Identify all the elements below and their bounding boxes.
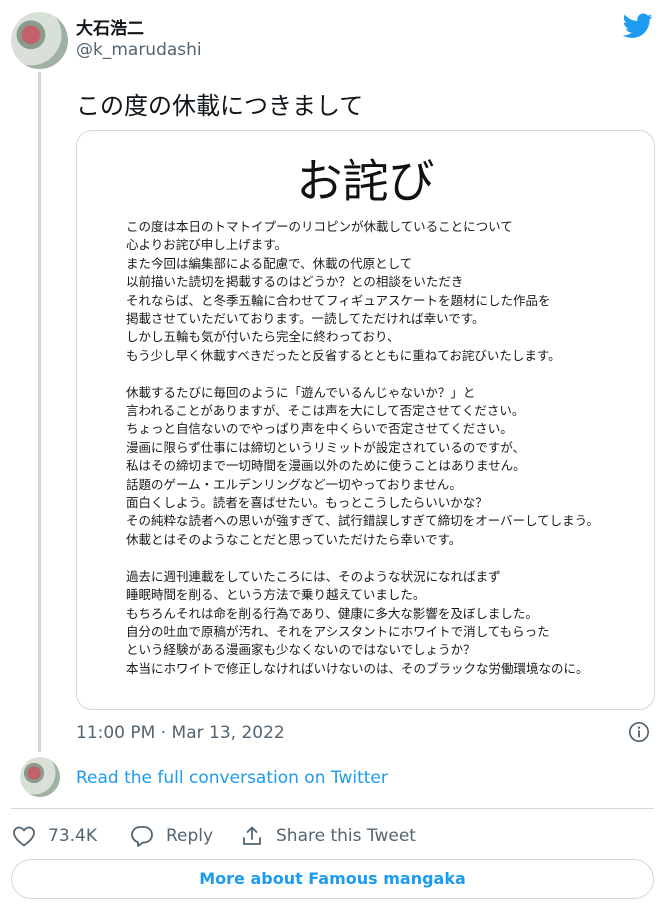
author-display-name[interactable]: 大石浩二 <box>76 14 144 39</box>
apology-line: その純粋な読者への思いが強すぎて、試行錯誤しすぎて締切をオーバーしてしまう。 <box>126 513 599 529</box>
apology-paragraph: この度は本日のトマトイプーのリコピンが休載していることについて 心よりお詫び申し… <box>126 218 646 365</box>
conversation-avatar[interactable] <box>20 757 60 797</box>
tweet-image[interactable]: お詫び この度は本日のトマトイプーのリコピンが休載していることについて 心よりお… <box>76 130 655 710</box>
heart-icon <box>13 826 35 847</box>
apology-line: しかし五輪も気が付いたら完全に終わっており、 <box>126 329 400 345</box>
share-button[interactable]: Share this Tweet <box>240 823 416 849</box>
apology-title: お詫び <box>296 154 435 208</box>
info-icon[interactable] <box>628 721 650 743</box>
author-avatar[interactable] <box>11 12 68 69</box>
apology-line: 漫画に限らず仕事には締切というリミットが設定されているのですが、 <box>126 439 526 455</box>
reply-button[interactable]: Reply <box>130 823 213 849</box>
apology-line: 面白くしよう。読者を喜ばせたい。もっとこうしたらいいかな？ <box>126 495 488 511</box>
author-handle[interactable]: @k_marudashi <box>76 40 202 60</box>
apology-line: また今回は編集部による配慮で、休載の代原として <box>126 255 413 271</box>
like-count: 73.4K <box>48 826 97 846</box>
apology-line: 私はその締切まで一切時間を漫画以外のために使うことはありません。 <box>126 458 526 474</box>
apology-line: この度は本日のトマトイプーのリコピンが休載していることについて <box>126 219 513 234</box>
apology-line: 話題のゲーム・エルデンリングなど一切やっておりません。 <box>126 476 462 492</box>
apology-line: 休載とはそのようなことだと思っていただけたら幸いです。 <box>126 531 462 547</box>
apology-line: もう少し早く休載すべきだったと反省するとともに重ねてお詫びいたします。 <box>126 347 561 363</box>
tweet-text: この度の休載につきまして <box>76 92 364 120</box>
apology-line: もちろんそれは命を削る行為であり、健康に多大な影響を及ぼしました。 <box>126 605 538 621</box>
apology-line: 過去に週刊連載をしていたころには、そのような状況になればまず <box>126 568 501 584</box>
apology-paragraph: 過去に週刊連載をしていたころには、そのような状況になればまず 睡眠時間を削る、と… <box>126 568 646 678</box>
apology-line: 以前描いた読切を掲載するのはどうか？との相談をいただき <box>126 274 464 290</box>
apology-line: ちょっと自信ないのでやっぱり声を中くらいで否定させてください。 <box>126 421 513 437</box>
like-button[interactable]: 73.4K <box>12 823 97 849</box>
apology-line: 休載するたびに毎回のように「遊んでいるんじゃないか？」と <box>126 384 476 400</box>
read-conversation-link[interactable]: Read the full conversation on Twitter <box>76 768 388 788</box>
apology-line: 本当にホワイトで修正しなければいけないのは、そのブラックな労働環境なのに。 <box>126 660 589 676</box>
apology-line: 自分の吐血で原稿が汚れ、それをアシスタントにホワイトで消してもらった <box>126 623 550 639</box>
more-about-button[interactable]: More about Famous mangaka <box>11 859 654 899</box>
apology-line: 掲載させていただいております。一読してただければ幸いです。 <box>126 311 485 327</box>
twitter-bird-icon[interactable] <box>623 13 653 39</box>
share-label: Share this Tweet <box>276 826 416 846</box>
reply-label: Reply <box>166 826 214 846</box>
reply-icon <box>131 826 153 847</box>
apology-body: この度は本日のトマトイプーのリコピンが休載していることについて 心よりお詫び申し… <box>126 218 646 697</box>
apology-line: 心よりお詫び申し上げます。 <box>126 237 288 253</box>
apology-paragraph: 休載するたびに毎回のように「遊んでいるんじゃないか？」と 言われることがあります… <box>126 384 646 550</box>
thread-line <box>38 72 41 752</box>
tweet-timestamp[interactable]: 11:00 PM · Mar 13, 2022 <box>76 723 285 743</box>
apology-line: 言われることがありますが、そこは声を大にして否定させてください。 <box>126 403 525 419</box>
apology-line: 睡眠時間を削る、という方法で乗り越えていました。 <box>126 587 426 603</box>
apology-line: それならば、と冬季五輪に合わせてフィギュアスケートを題材にした作品を <box>126 292 551 308</box>
share-icon <box>243 826 261 845</box>
divider <box>11 808 654 809</box>
apology-line: という経験がある漫画家も少なくないのではないでしょうか？ <box>126 642 476 658</box>
